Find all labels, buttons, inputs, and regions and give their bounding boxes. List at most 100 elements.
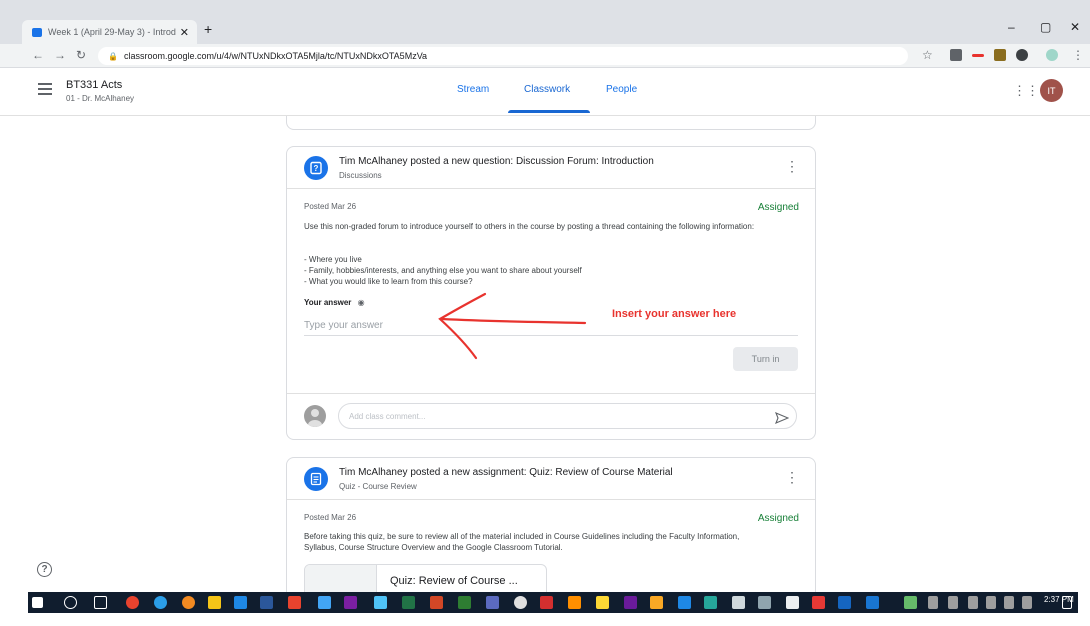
stream-content: ? Tim McAlhaney posted a new question: D… xyxy=(0,116,1090,592)
posted-date: Posted Mar 26 xyxy=(304,513,357,522)
browser-tabstrip: Week 1 (April 29-May 3) - Introd ✕ + – ▢… xyxy=(0,0,1090,44)
help-icon[interactable]: ? xyxy=(37,562,52,577)
window-close-button[interactable]: ✕ xyxy=(1070,20,1080,34)
app-icon[interactable] xyxy=(624,596,637,609)
maximize-button[interactable]: ▢ xyxy=(1040,20,1051,34)
hamburger-menu-icon[interactable] xyxy=(38,83,52,98)
app-icon[interactable] xyxy=(650,596,663,609)
extension-icon[interactable] xyxy=(950,49,962,61)
app-icon[interactable] xyxy=(904,596,917,609)
class-comment-input[interactable] xyxy=(338,403,797,429)
classroom-favicon-icon xyxy=(32,27,42,37)
class-comment-row xyxy=(287,393,815,439)
question-description: Use this non-graded forum to introduce y… xyxy=(304,222,755,231)
volume-icon[interactable] xyxy=(1004,596,1014,609)
tab-classwork[interactable]: Classwork xyxy=(524,84,570,95)
wifi-icon[interactable] xyxy=(986,596,996,609)
edge-icon[interactable] xyxy=(154,596,167,609)
excel-icon[interactable] xyxy=(402,596,415,609)
active-tab-indicator xyxy=(508,110,590,113)
posted-date: Posted Mar 26 xyxy=(304,202,357,211)
app-icon[interactable] xyxy=(288,596,301,609)
battery-icon[interactable] xyxy=(968,596,978,609)
card-title[interactable]: Tim McAlhaney posted a new assignment: Q… xyxy=(339,467,673,478)
card-header[interactable]: Tim McAlhaney posted a new assignment: Q… xyxy=(287,458,815,500)
vlc-icon[interactable] xyxy=(568,596,581,609)
card-title[interactable]: Tim McAlhaney posted a new question: Dis… xyxy=(339,156,654,167)
question-bullet: - Where you live xyxy=(304,255,362,264)
chrome-icon[interactable] xyxy=(126,596,139,609)
app-icon[interactable] xyxy=(838,596,851,609)
back-icon[interactable]: ← xyxy=(32,48,44,62)
tab-close-icon[interactable]: ✕ xyxy=(180,26,189,39)
app-icon[interactable] xyxy=(678,596,691,609)
url-text: classroom.google.com/u/4/w/NTUxNDkxOTA5M… xyxy=(123,51,428,61)
app-icon[interactable] xyxy=(374,596,387,609)
notifications-icon[interactable] xyxy=(1062,596,1072,609)
attachment-card[interactable]: Quiz: Review of Course ... xyxy=(304,564,547,592)
card-header[interactable]: ? Tim McAlhaney posted a new question: D… xyxy=(287,147,815,189)
tab-stream[interactable]: Stream xyxy=(457,84,489,95)
more-options-icon[interactable]: ⋮ xyxy=(785,159,799,173)
card-topic: Quiz - Course Review xyxy=(339,482,417,491)
send-icon[interactable] xyxy=(775,411,790,429)
comment-avatar xyxy=(304,405,326,427)
annotation-text: Insert your answer here xyxy=(612,308,737,320)
tab-people[interactable]: People xyxy=(606,84,637,95)
acrobat-icon[interactable] xyxy=(540,596,553,609)
firefox-icon[interactable] xyxy=(182,596,195,609)
app-icon[interactable] xyxy=(812,596,825,609)
calculator-icon[interactable] xyxy=(732,596,745,609)
browser-tab[interactable]: Week 1 (April 29-May 3) - Introd ✕ xyxy=(22,20,197,44)
more-options-icon[interactable]: ⋮ xyxy=(785,470,799,484)
new-tab-button[interactable]: + xyxy=(204,21,212,37)
task-view-icon[interactable] xyxy=(94,596,107,609)
mail-icon[interactable] xyxy=(234,596,247,609)
search-icon[interactable] xyxy=(64,596,77,609)
word-icon[interactable] xyxy=(260,596,273,609)
windows-taskbar: 2:37 PM xyxy=(28,592,1078,613)
turn-in-button[interactable]: Turn in xyxy=(733,347,798,371)
app-icon[interactable] xyxy=(344,596,357,609)
address-bar[interactable]: 🔒 classroom.google.com/u/4/w/NTUxNDkxOTA… xyxy=(98,47,908,65)
app-icon[interactable] xyxy=(458,596,471,609)
app-icon[interactable] xyxy=(318,596,331,609)
app-icon[interactable] xyxy=(514,596,527,609)
classroom-header: BT331 Acts 01 - Dr. McAlhaney Stream Cla… xyxy=(0,68,1090,116)
minimize-button[interactable]: – xyxy=(1008,20,1015,34)
eye-icon[interactable]: ◉ xyxy=(358,298,365,307)
app-icon[interactable] xyxy=(758,596,771,609)
assignment-icon xyxy=(304,467,328,491)
question-bullet: - What you would like to learn from this… xyxy=(304,277,473,286)
reload-icon[interactable]: ↻ xyxy=(76,48,86,62)
lock-icon: 🔒 xyxy=(108,51,118,61)
extension-icon[interactable] xyxy=(1016,49,1028,61)
app-icon[interactable] xyxy=(486,596,499,609)
powerpoint-icon[interactable] xyxy=(430,596,443,609)
app-icon[interactable] xyxy=(704,596,717,609)
app-icon[interactable] xyxy=(596,596,609,609)
app-icon[interactable] xyxy=(866,596,879,609)
quiz-card: Tim McAlhaney posted a new assignment: Q… xyxy=(286,457,816,592)
your-answer-label: Your answer ◉ xyxy=(304,298,365,307)
tray-chevron-icon[interactable] xyxy=(948,596,958,609)
app-icon[interactable] xyxy=(786,596,799,609)
svg-text:?: ? xyxy=(314,164,319,173)
start-icon[interactable] xyxy=(32,597,43,608)
extension-icon[interactable] xyxy=(972,54,984,57)
extension-icon[interactable] xyxy=(994,49,1006,61)
people-icon[interactable] xyxy=(928,596,938,609)
class-section: 01 - Dr. McAlhaney xyxy=(66,94,135,103)
profile-icon[interactable] xyxy=(1046,49,1058,61)
card-topic: Discussions xyxy=(339,171,382,180)
forward-icon[interactable]: → xyxy=(54,48,66,62)
browser-menu-icon[interactable]: ⋮ xyxy=(1072,48,1084,62)
question-bullet: - Family, hobbies/interests, and anythin… xyxy=(304,266,582,275)
previous-card xyxy=(286,116,816,130)
file-explorer-icon[interactable] xyxy=(208,596,221,609)
dropbox-icon[interactable] xyxy=(1022,596,1032,609)
avatar[interactable]: IT xyxy=(1040,79,1063,102)
question-icon: ? xyxy=(304,156,328,180)
bookmark-star-icon[interactable]: ☆ xyxy=(922,48,933,62)
class-title[interactable]: BT331 Acts xyxy=(66,79,122,91)
